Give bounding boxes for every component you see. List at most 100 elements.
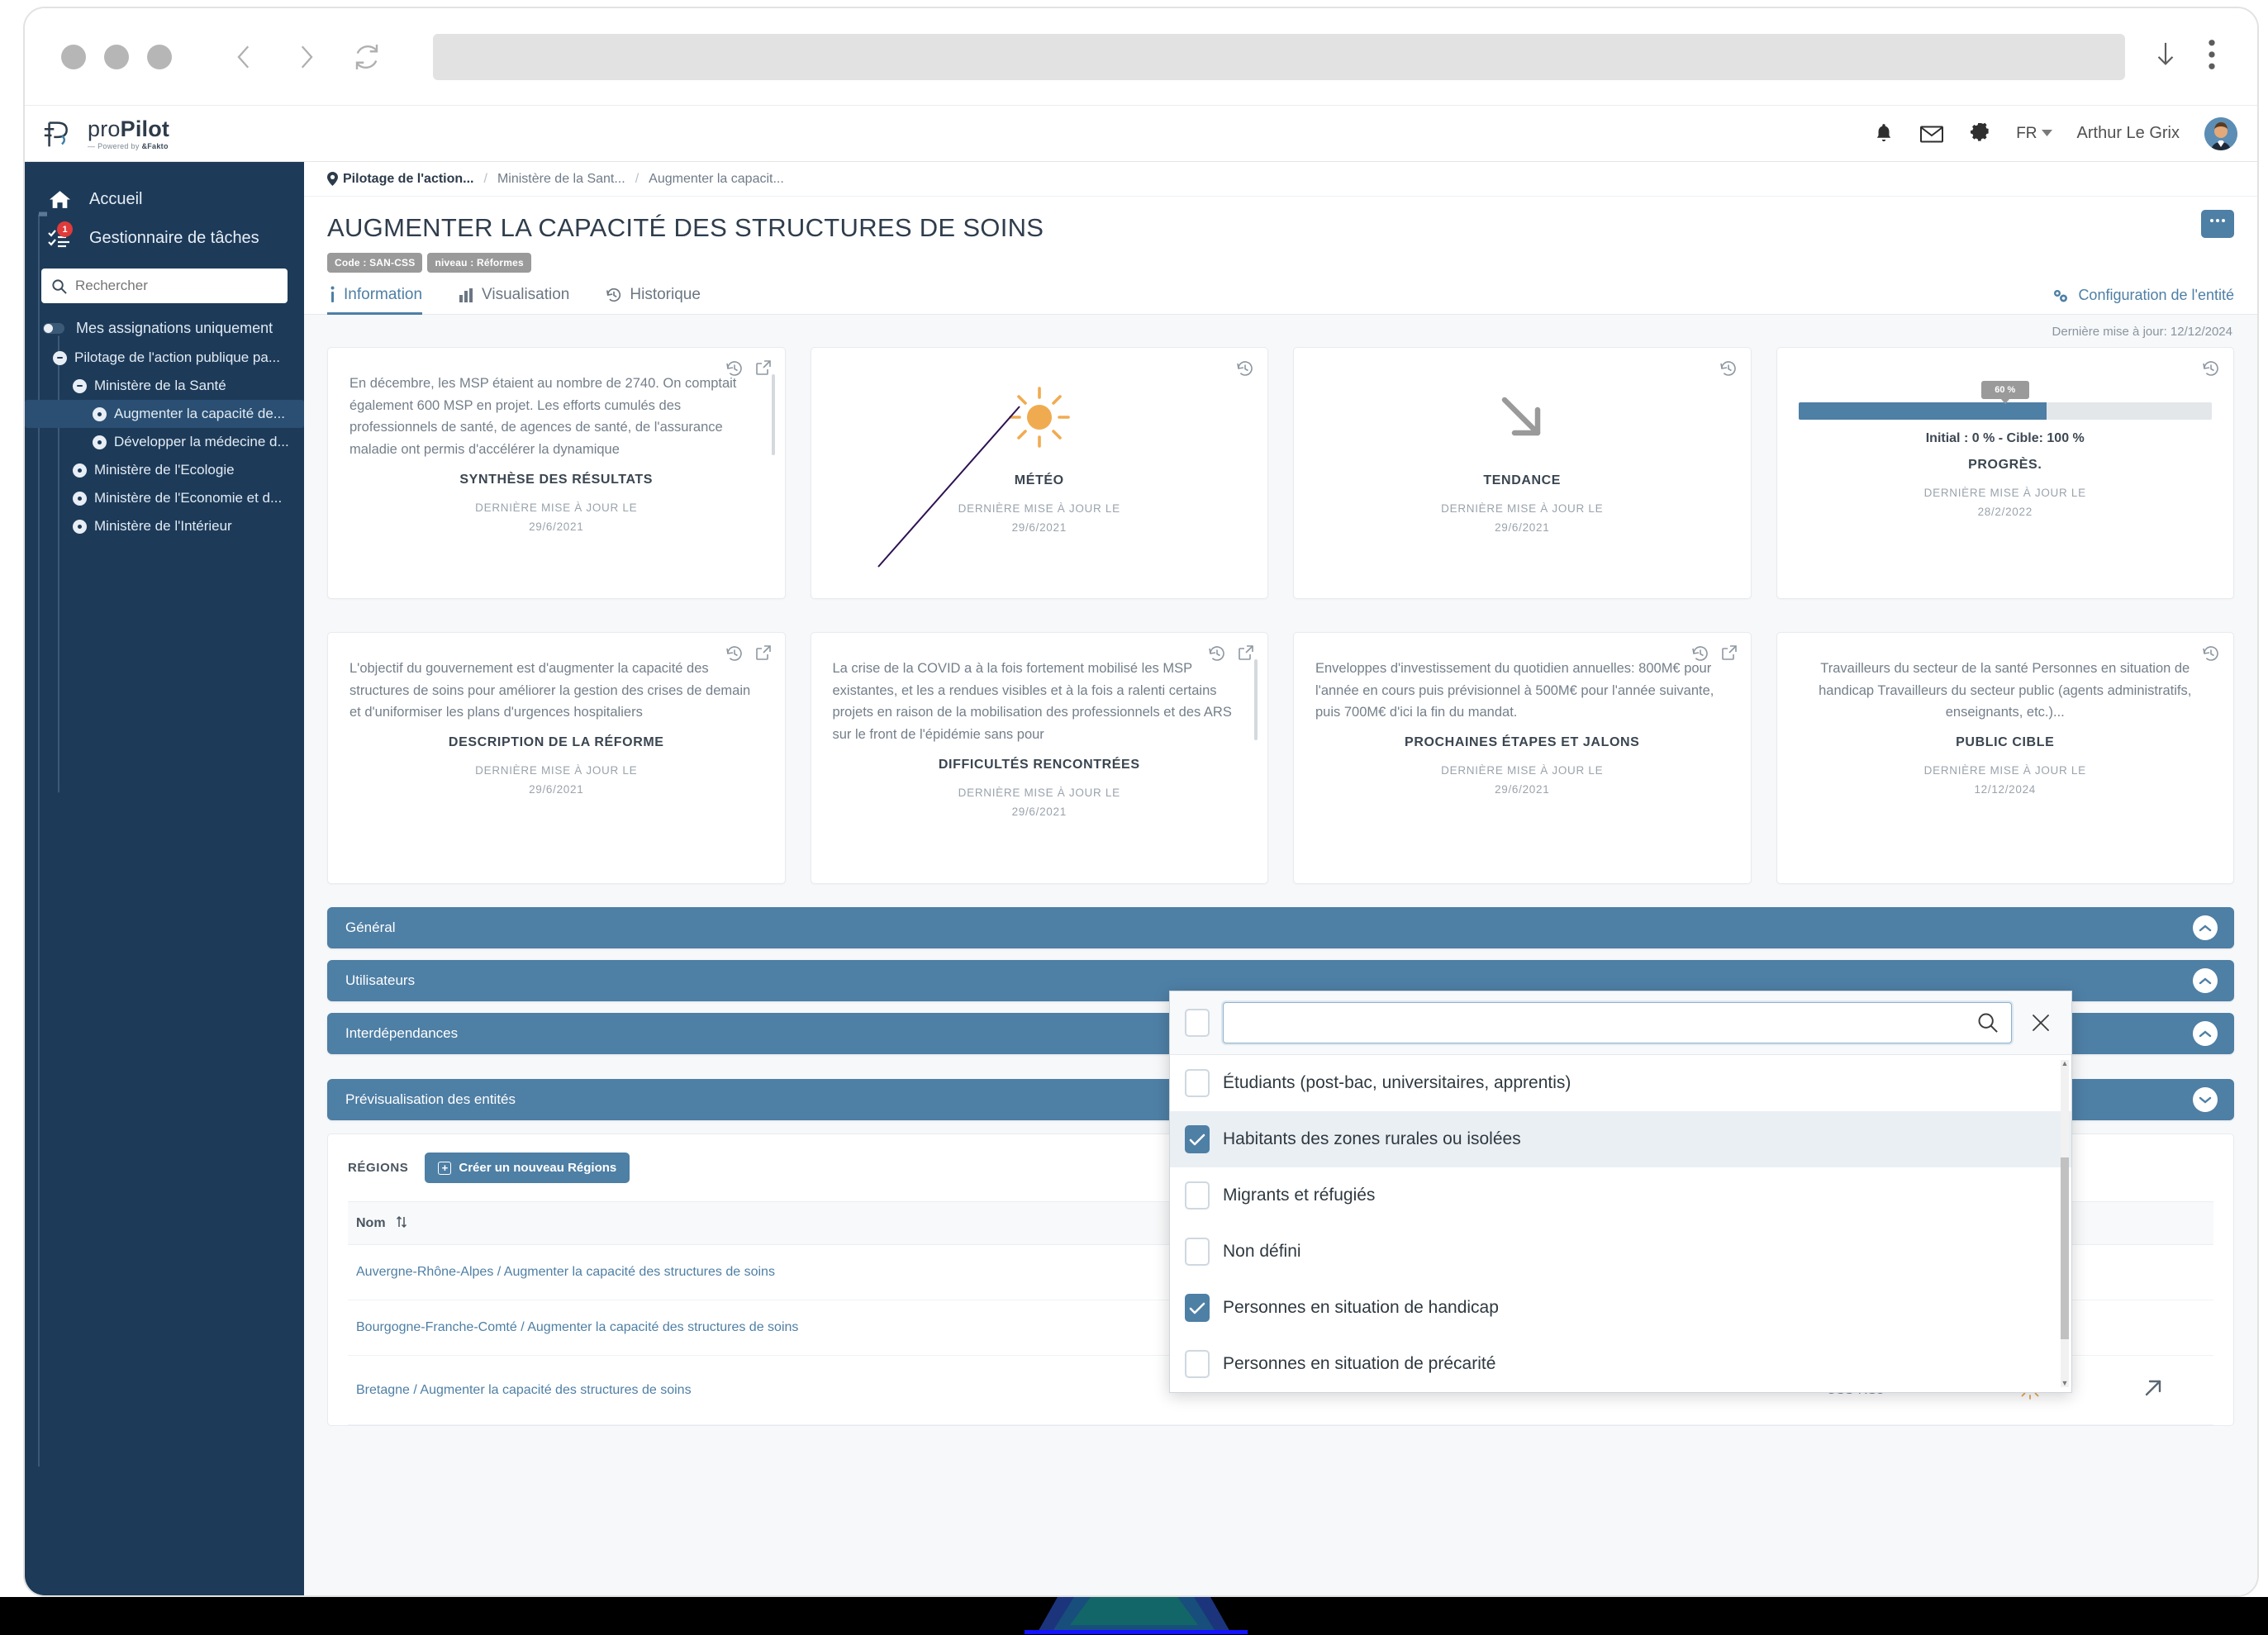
option-checkbox[interactable] xyxy=(1185,1238,1210,1266)
tree-node-ministere-economie[interactable]: Ministère de l'Economie et d... xyxy=(25,484,304,512)
dropdown-option[interactable]: Étudiants (post-bac, universitaires, app… xyxy=(1170,1055,2071,1111)
leaf-node-icon[interactable] xyxy=(73,491,87,506)
weather-sun-icon xyxy=(833,373,1247,462)
tab-historique[interactable]: Historique xyxy=(604,286,707,314)
toggle-switch[interactable] xyxy=(43,323,64,334)
tree-node-ministere-interieur[interactable]: Ministère de l'Intérieur xyxy=(25,512,304,540)
language-selector[interactable]: FR xyxy=(2016,125,2052,143)
card-text: En décembre, les MSP étaient au nombre d… xyxy=(349,376,737,458)
mail-icon[interactable] xyxy=(1919,124,1944,144)
accordion-general[interactable]: Général xyxy=(327,907,2234,948)
forward-button[interactable] xyxy=(283,34,329,80)
dropdown-header xyxy=(1170,991,2071,1055)
window-controls[interactable] xyxy=(61,44,172,69)
avatar[interactable] xyxy=(2204,116,2237,150)
chevron-up-icon[interactable] xyxy=(2193,915,2218,940)
option-checkbox[interactable] xyxy=(1185,1350,1210,1378)
option-checkbox[interactable] xyxy=(1185,1181,1210,1210)
search-input[interactable] xyxy=(75,278,278,294)
card-prochaines-etapes[interactable]: Enveloppes d'investissement du quotidien… xyxy=(1293,632,1752,884)
tree-node-pilotage[interactable]: Pilotage de l'action publique pa... xyxy=(25,344,304,372)
dropdown-option[interactable]: Migrants et réfugiés xyxy=(1170,1167,2071,1224)
bell-icon[interactable] xyxy=(1873,122,1895,145)
tab-information[interactable]: Information xyxy=(327,286,429,315)
dropdown-option[interactable]: Habitants des zones rurales ou isolées xyxy=(1170,1111,2071,1167)
config-entity-label: Configuration de l'entité xyxy=(2078,287,2234,303)
my-assignments-toggle[interactable]: Mes assignations uniquement xyxy=(25,303,304,342)
region-open-link[interactable] xyxy=(2093,1355,2213,1425)
tree-node-ministere-ecologie[interactable]: Ministère de l'Ecologie xyxy=(25,456,304,484)
search-icon[interactable] xyxy=(1976,1011,1999,1034)
progress-tooltip: 60 % xyxy=(1980,381,2029,404)
user-name[interactable]: Arthur Le Grix xyxy=(2077,124,2180,143)
card-meta: DERNIÈRE MISE À JOUR LE 28/2/2022 xyxy=(1799,484,2213,522)
download-arrow-icon[interactable] xyxy=(2152,38,2180,75)
select-all-checkbox[interactable] xyxy=(1185,1009,1210,1037)
last-update-text: Dernière mise à jour: 12/12/2024 xyxy=(2052,325,2232,339)
window-maximize-dot[interactable] xyxy=(147,44,172,69)
address-bar[interactable] xyxy=(433,33,2125,80)
tree-node-label: Ministère de l'Ecologie xyxy=(94,462,235,478)
app-logo[interactable]: proPilot — Powered by &Fakto xyxy=(41,115,304,153)
create-region-button[interactable]: + Créer un nouveau Régions xyxy=(425,1153,630,1183)
option-checkbox[interactable] xyxy=(1185,1125,1210,1153)
chevron-down-icon[interactable] xyxy=(2193,1087,2218,1112)
card-public-cible[interactable]: Travailleurs du secteur de la santé Pers… xyxy=(1776,632,2234,884)
card-description-reforme[interactable]: L'objectif du gouvernement est d'augment… xyxy=(327,632,786,884)
config-entity-link[interactable]: Configuration de l'entité xyxy=(2052,287,2234,304)
collapse-node-icon[interactable] xyxy=(73,378,87,393)
more-options-button[interactable] xyxy=(2201,210,2234,238)
sort-icon[interactable] xyxy=(396,1215,407,1229)
breadcrumb-item-2[interactable]: Augmenter la capacit... xyxy=(649,172,784,187)
card-synthese-resultats[interactable]: En décembre, les MSP étaient au nombre d… xyxy=(327,347,786,599)
close-icon[interactable] xyxy=(2025,1012,2056,1034)
card-text: Travailleurs du secteur de la santé Pers… xyxy=(1819,661,2192,720)
sidebar-item-home[interactable]: Accueil xyxy=(25,180,304,219)
option-checkbox[interactable] xyxy=(1185,1294,1210,1322)
card-title: DIFFICULTÉS RENCONTRÉES xyxy=(938,757,1140,772)
tree-node-augmenter-capacite[interactable]: Augmenter la capacité de... xyxy=(25,400,304,428)
card-meteo[interactable]: MÉTÉO DERNIÈRE MISE À JOUR LE 29/6/2021 xyxy=(810,347,1268,599)
multiselect-dropdown[interactable]: Étudiants (post-bac, universitaires, app… xyxy=(1169,991,2072,1393)
navigation-tree: Pilotage de l'action publique pa... Mini… xyxy=(25,212,304,1467)
gear-icon[interactable] xyxy=(1969,122,1991,145)
card-difficultes-rencontrees[interactable]: La crise de la COVID a à la fois forteme… xyxy=(810,632,1268,884)
scrollbar-thumb[interactable] xyxy=(2061,1157,2069,1339)
card-scrollbar[interactable] xyxy=(1254,659,1258,740)
chevron-up-icon[interactable] xyxy=(2193,968,2218,993)
kebab-menu-icon[interactable] xyxy=(2208,39,2216,74)
leaf-node-icon[interactable] xyxy=(73,519,87,534)
dropdown-search-input[interactable] xyxy=(1235,1013,1976,1033)
dropdown-option[interactable]: Personnes en situation de handicap xyxy=(1170,1280,2071,1336)
dropdown-search-box[interactable] xyxy=(1223,1002,2012,1043)
header-tools: FR Arthur Le Grix xyxy=(1873,116,2237,150)
leaf-node-icon[interactable] xyxy=(93,406,107,421)
sidebar-item-tasks[interactable]: 1 Gestionnaire de tâches xyxy=(25,219,304,257)
tab-visualisation[interactable]: Visualisation xyxy=(457,286,576,314)
chevron-up-icon[interactable] xyxy=(2193,1021,2218,1046)
sidebar-search[interactable] xyxy=(41,269,288,303)
collapse-node-icon[interactable] xyxy=(53,350,67,365)
dropdown-options-list[interactable]: Étudiants (post-bac, universitaires, app… xyxy=(1170,1055,2071,1392)
breadcrumb-item-0[interactable]: Pilotage de l'action... xyxy=(327,172,474,187)
window-close-dot[interactable] xyxy=(61,44,86,69)
dropdown-option[interactable]: Personnes en situation de précarité xyxy=(1170,1336,2071,1392)
back-button[interactable] xyxy=(221,34,268,80)
card-scrollbar[interactable] xyxy=(771,374,775,455)
dropdown-scrollbar[interactable]: ▲ ▼ xyxy=(2061,1060,2069,1387)
tree-node-developper-medecine[interactable]: Développer la médecine d... xyxy=(25,428,304,456)
option-checkbox[interactable] xyxy=(1185,1069,1210,1097)
leaf-node-icon[interactable] xyxy=(73,463,87,478)
breadcrumb-item-1[interactable]: Ministère de la Sant... xyxy=(497,172,625,187)
window-minimize-dot[interactable] xyxy=(104,44,129,69)
leaf-node-icon[interactable] xyxy=(93,435,107,449)
card-progres[interactable]: 60 % Initial : 0 % - Cible: 100 % PROGRÈ… xyxy=(1776,347,2234,599)
dropdown-option[interactable]: Non défini xyxy=(1170,1224,2071,1280)
regions-section-label: RÉGIONS xyxy=(348,1161,409,1175)
tree-node-ministere-sante[interactable]: Ministère de la Santé xyxy=(25,372,304,400)
scroll-down-arrow-icon[interactable]: ▼ xyxy=(2061,1380,2069,1387)
scroll-up-arrow-icon[interactable]: ▲ xyxy=(2061,1060,2069,1067)
reload-button[interactable] xyxy=(344,34,390,80)
card-tendance[interactable]: TENDANCE DERNIÈRE MISE À JOUR LE 29/6/20… xyxy=(1293,347,1752,599)
reflection-glow xyxy=(1025,1597,1248,1634)
